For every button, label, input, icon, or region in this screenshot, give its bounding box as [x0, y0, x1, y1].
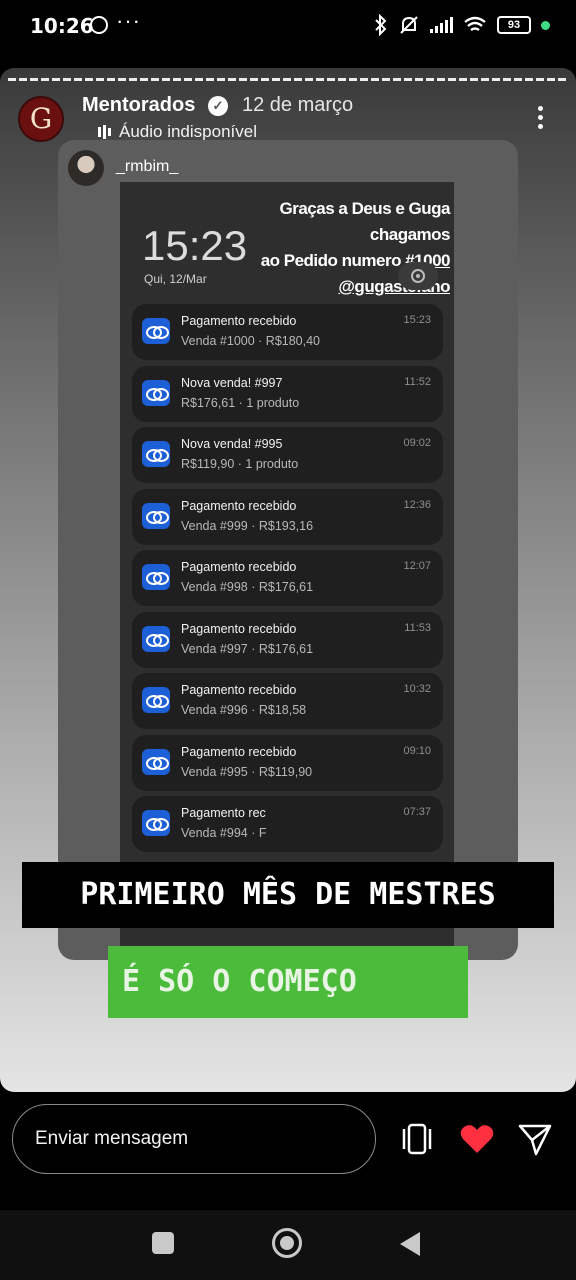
notification-subtitle: Venda #994 · F — [181, 826, 267, 840]
app-logo-icon — [142, 748, 170, 775]
notification-card: Nova venda! #997 R$176,61 · 1 produto 11:5… — [132, 365, 443, 422]
app-logo-icon — [142, 564, 170, 590]
audio-status-label: Áudio indisponível — [119, 122, 257, 141]
app-logo-icon — [142, 379, 170, 406]
audio-status: Áudio indisponível — [98, 122, 257, 142]
story-date: 12 de março — [242, 94, 354, 116]
notification-title: Pagamento rec — [181, 806, 266, 820]
notification-time: 09:02 — [403, 437, 431, 449]
navigation-bar — [0, 1210, 576, 1280]
notification-time: 10:32 — [403, 683, 431, 695]
notification-card: Pagamento rec Venda #994 · F 07:37 — [132, 796, 443, 852]
notification-time: 12:07 — [403, 560, 431, 572]
headline-line-2-prefix: ao Pedido numero # — [260, 251, 415, 270]
notification-time: 09:10 — [403, 744, 431, 757]
repost-icon[interactable] — [398, 1120, 436, 1158]
clock: 10:26 — [30, 14, 94, 38]
notification-subtitle: R$119,90 · 1 produto — [181, 457, 299, 471]
system-icons: 93 — [374, 14, 550, 36]
notification-title: Nova venda! #997 — [181, 375, 283, 390]
back-icon[interactable] — [400, 1232, 420, 1256]
story-viewer[interactable]: G Mentorados ✓ 12 de março Áudio indispo… — [0, 68, 576, 1092]
notification-card: Pagamento recebido Venda #997 · R$176,61 1… — [132, 611, 443, 668]
app-logo-icon — [142, 441, 170, 467]
repost-username[interactable]: _rmbim_ — [116, 158, 178, 176]
silent-icon — [400, 16, 418, 34]
app-logo-icon — [142, 810, 170, 836]
app-logo-icon — [142, 625, 170, 652]
more-options-icon[interactable] — [534, 106, 548, 130]
repost-avatar[interactable] — [68, 150, 104, 186]
settings-chip — [398, 262, 438, 290]
notification-card: Pagamento recebido Venda #999 · R$193,16 1… — [132, 488, 443, 545]
notification-subtitle: Venda #996 · R$18,58 — [181, 703, 307, 717]
notification-title: Pagamento recebido — [181, 314, 297, 328]
settings-icon — [411, 269, 425, 283]
banner-primeiro-mes: PRIMEIRO MÊS DE MESTRES — [22, 862, 554, 928]
app-logo-icon — [142, 502, 170, 529]
recent-apps-icon[interactable] — [152, 1232, 174, 1254]
notification-title: Pagamento recebido — [181, 744, 297, 759]
audio-bars-icon — [98, 125, 111, 139]
send-icon[interactable] — [516, 1120, 554, 1158]
lock-screen-date: Qui, 12/Mar — [144, 272, 207, 286]
avatar[interactable]: G — [18, 96, 64, 142]
notification-time: 11:53 — [404, 621, 431, 634]
notification-card: Nova venda! #995 R$119,90 · 1 produto 09:0… — [132, 427, 443, 483]
message-input[interactable] — [12, 1104, 376, 1174]
phone-screenshot: 15:23 Qui, 12/Mar Graças a Deus e Guga c… — [120, 182, 454, 960]
heart-icon[interactable] — [458, 1120, 496, 1158]
notification-title: Pagamento recebido — [181, 621, 297, 636]
verified-icon: ✓ — [208, 96, 228, 116]
home-icon[interactable] — [272, 1228, 302, 1258]
privacy-indicator — [541, 20, 550, 30]
notification-title: Pagamento recebido — [181, 560, 297, 574]
status-bar: 10:26 ··· 93 — [0, 0, 576, 52]
notification-card: Pagamento recebido Venda #1000 · R$180,40… — [132, 304, 443, 360]
signal-icon — [430, 17, 453, 33]
banner-so-o-comeco: É SÓ O COMEÇO — [108, 946, 468, 1018]
overflow-notifications-icon: ··· — [116, 8, 141, 33]
notification-subtitle: Venda #997 · R$176,61 — [181, 641, 314, 656]
notification-subtitle: Venda #1000 · R$180,40 — [181, 334, 321, 348]
notification-subtitle: Venda #998 · R$176,61 — [181, 580, 314, 594]
notification-time: 12:36 — [403, 498, 431, 511]
notification-subtitle: R$176,61 · 1 produto — [181, 395, 300, 410]
app-logo-icon — [142, 318, 170, 344]
story-progress-bar — [8, 78, 568, 81]
notification-card: Pagamento recebido Venda #996 · R$18,58 10… — [132, 673, 443, 729]
notification-card: Pagamento recebido Venda #998 · R$176,61 1… — [132, 550, 443, 606]
whatsapp-icon — [90, 16, 108, 34]
headline-line-1: Graças a Deus e Guga chagamos — [279, 199, 451, 244]
notification-subtitle: Venda #999 · R$193,16 — [181, 518, 314, 533]
notification-subtitle: Venda #995 · R$119,90 — [181, 764, 313, 779]
story-author[interactable]: Mentorados — [82, 94, 195, 117]
reposted-story[interactable]: _rmbim_ 15:23 Qui, 12/Mar Graças a Deus … — [58, 140, 518, 960]
bluetooth-icon — [375, 14, 387, 36]
notification-card: Pagamento recebido Venda #995 · R$119,90 0… — [132, 734, 443, 791]
app-logo-icon — [142, 687, 170, 713]
notification-list: Pagamento recebido Venda #1000 · R$180,40… — [132, 304, 443, 858]
notification-time: 11:52 — [404, 375, 431, 388]
notification-title: Pagamento recebido — [181, 498, 297, 513]
battery-icon: 93 — [497, 16, 531, 34]
notification-title: Nova venda! #995 — [181, 437, 283, 451]
reply-bar — [0, 1092, 576, 1210]
wifi-icon — [464, 16, 486, 31]
notification-time: 07:37 — [403, 806, 431, 818]
notification-time: 15:23 — [403, 314, 431, 326]
notification-title: Pagamento recebido — [181, 683, 297, 697]
